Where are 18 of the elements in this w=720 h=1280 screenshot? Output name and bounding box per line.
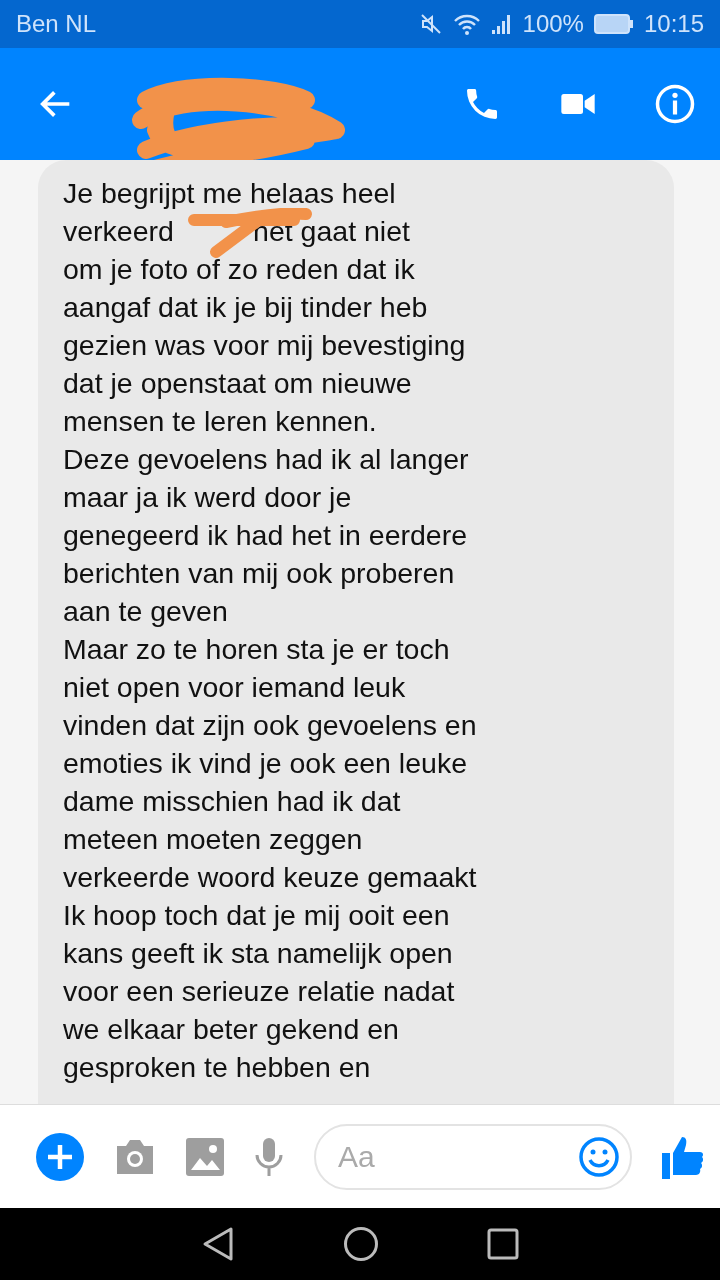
wifi-icon bbox=[452, 12, 481, 36]
microphone-icon[interactable] bbox=[254, 1136, 284, 1177]
home-nav-icon[interactable] bbox=[343, 1226, 379, 1262]
info-icon[interactable] bbox=[654, 83, 696, 125]
signal-icon bbox=[490, 13, 513, 35]
thumbs-up-icon[interactable] bbox=[662, 1134, 704, 1179]
back-nav-icon[interactable] bbox=[201, 1226, 235, 1262]
battery-percent: 100% bbox=[522, 10, 584, 38]
add-button[interactable] bbox=[36, 1132, 84, 1181]
battery-icon bbox=[593, 13, 634, 35]
message-field[interactable]: Aa bbox=[314, 1123, 632, 1190]
mute-icon bbox=[418, 12, 443, 36]
camera-icon[interactable] bbox=[114, 1137, 156, 1176]
clock: 10:15 bbox=[643, 10, 704, 38]
recents-nav-icon[interactable] bbox=[487, 1228, 519, 1260]
image-icon[interactable] bbox=[186, 1137, 224, 1176]
carrier-name: Ben NL bbox=[16, 10, 97, 38]
emoji-icon[interactable] bbox=[578, 1135, 620, 1178]
